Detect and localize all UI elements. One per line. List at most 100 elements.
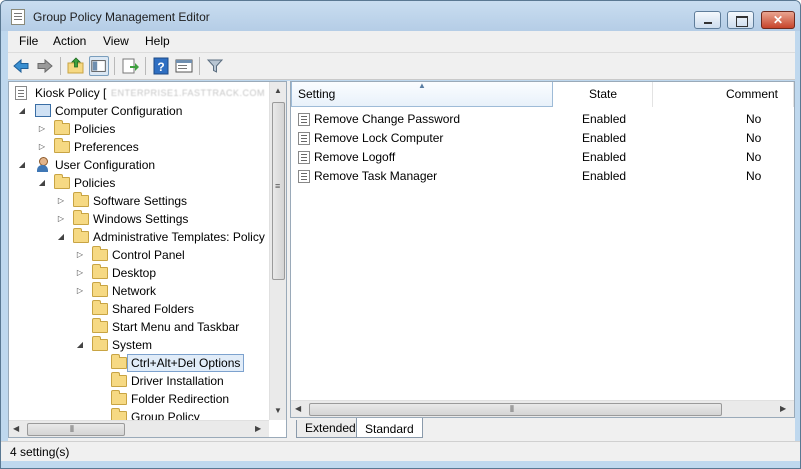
gpo-editor-icon — [11, 9, 25, 25]
minimize-button[interactable] — [694, 11, 721, 29]
collapse-arrow-icon[interactable]: ◢ — [17, 102, 27, 120]
tree-label: Start Menu and Taskbar — [112, 320, 240, 334]
gpo-document-icon — [15, 86, 27, 100]
folder-icon — [92, 300, 108, 315]
tree-node-ctrl-alt-del-options[interactable]: Ctrl+Alt+Del Options — [9, 354, 265, 372]
console-tree: Kiosk Policy [ ENTERPRISE1.FASTTRACK.COM… — [8, 81, 287, 438]
tree-node-folder-redirection[interactable]: Folder Redirection — [9, 390, 265, 408]
up-folder-icon[interactable] — [66, 56, 86, 76]
folder-icon — [73, 210, 89, 225]
setting-name: Remove Change Password — [314, 112, 461, 126]
maximize-button[interactable] — [727, 11, 754, 29]
scroll-right-arrow-icon[interactable]: ▶ — [780, 404, 786, 413]
folder-icon — [111, 372, 127, 387]
column-header-label: Setting — [298, 87, 336, 101]
tree-node-administrative-templates[interactable]: ◢ Administrative Templates: Policy — [9, 228, 269, 246]
expand-arrow-icon[interactable]: ▷ — [75, 246, 85, 264]
tree-node-computer-configuration[interactable]: ◢ Computer Configuration — [9, 102, 265, 120]
menu-bar: File Action View Help — [8, 31, 795, 53]
grip-icon: ⦀ — [70, 424, 74, 434]
setting-comment: No — [746, 169, 762, 183]
collapse-arrow-icon[interactable]: ◢ — [37, 174, 47, 192]
column-header-state[interactable]: State — [553, 82, 653, 107]
setting-comment: No — [746, 131, 762, 145]
expand-arrow-icon[interactable]: ▷ — [75, 264, 85, 282]
list-row[interactable]: Remove Change Password Enabled No — [291, 110, 794, 129]
toolbar-separator — [60, 57, 61, 75]
user-icon — [35, 157, 51, 173]
expand-arrow-icon[interactable]: ▷ — [56, 210, 66, 228]
collapse-arrow-icon[interactable]: ◢ — [17, 156, 27, 174]
menu-view[interactable]: View — [103, 34, 129, 48]
svg-text:?: ? — [157, 60, 164, 74]
folder-icon — [111, 354, 127, 369]
tree-label: Desktop — [112, 266, 157, 280]
tree-node-windows-settings[interactable]: ▷ Windows Settings — [9, 210, 265, 228]
scroll-thumb[interactable]: ⦀ — [309, 403, 722, 416]
menu-action[interactable]: Action — [53, 34, 86, 48]
list-row[interactable]: Remove Task Manager Enabled No — [291, 167, 794, 186]
export-list-icon[interactable] — [120, 56, 140, 76]
scroll-thumb[interactable]: ≡ — [272, 102, 285, 280]
tree-label: Policies — [74, 176, 116, 190]
tree-node-computer-preferences[interactable]: ▷ Preferences — [9, 138, 265, 156]
tree-node-control-panel[interactable]: ▷ Control Panel — [9, 246, 265, 264]
filter-icon[interactable] — [205, 56, 225, 76]
grip-icon: ≡ — [275, 181, 280, 191]
title-bar[interactable]: Group Policy Management Editor ✕ — [1, 1, 800, 31]
properties-icon[interactable] — [174, 56, 194, 76]
show-hide-tree-icon[interactable] — [89, 56, 109, 76]
scroll-left-arrow-icon[interactable]: ◀ — [295, 404, 301, 413]
tree-node-network[interactable]: ▷ Network — [9, 282, 265, 300]
tree-node-software-settings[interactable]: ▷ Software Settings — [9, 192, 265, 210]
tab-standard[interactable]: Standard — [356, 418, 423, 438]
help-icon[interactable]: ? — [151, 56, 171, 76]
tree-node-user-configuration[interactable]: ◢ User Configuration — [9, 156, 265, 174]
tree-vertical-scrollbar[interactable]: ▲ ≡ ▼ — [269, 82, 286, 420]
tab-extended[interactable]: Extended — [296, 420, 365, 438]
back-arrow-icon[interactable] — [11, 56, 31, 76]
close-icon: ✕ — [772, 13, 784, 27]
collapse-arrow-icon[interactable]: ◢ — [75, 336, 85, 354]
column-header-setting[interactable]: ▲ Setting — [291, 82, 553, 107]
folder-icon — [54, 138, 70, 153]
forward-arrow-icon[interactable] — [35, 56, 55, 76]
tree-label: Preferences — [74, 140, 139, 154]
menu-file[interactable]: File — [19, 34, 38, 48]
tree-node-shared-folders[interactable]: Shared Folders — [9, 300, 265, 318]
tree-node-driver-installation[interactable]: Driver Installation — [9, 372, 265, 390]
expand-arrow-icon[interactable]: ▷ — [56, 192, 66, 210]
expand-arrow-icon[interactable]: ▷ — [75, 282, 85, 300]
expand-arrow-icon[interactable]: ▷ — [37, 138, 47, 156]
scroll-right-arrow-icon[interactable]: ▶ — [255, 424, 261, 433]
column-header-comment[interactable]: Comment — [653, 82, 794, 107]
scroll-left-arrow-icon[interactable]: ◀ — [13, 424, 19, 433]
tree-node-system[interactable]: ◢ System — [9, 336, 265, 354]
toolbar: ? — [8, 53, 795, 80]
tree-horizontal-scrollbar[interactable]: ◀ ⦀ ▶ — [9, 420, 269, 437]
tree-node-desktop[interactable]: ▷ Desktop — [9, 264, 265, 282]
policy-setting-icon — [298, 132, 310, 145]
list-row[interactable]: Remove Lock Computer Enabled No — [291, 129, 794, 148]
expand-arrow-icon[interactable]: ▷ — [37, 120, 47, 138]
sort-ascending-icon: ▲ — [418, 81, 426, 90]
tree-label: Software Settings — [93, 194, 188, 208]
scroll-up-arrow-icon[interactable]: ▲ — [274, 86, 282, 95]
close-button[interactable]: ✕ — [761, 11, 795, 29]
policy-setting-icon — [298, 170, 310, 183]
setting-comment: No — [746, 150, 762, 164]
policy-setting-icon — [298, 151, 310, 164]
list-horizontal-scrollbar[interactable]: ◀ ⦀ ▶ — [291, 400, 794, 417]
collapse-arrow-icon[interactable]: ◢ — [56, 228, 66, 246]
tree-label: System — [112, 338, 153, 352]
tree-node-computer-policies[interactable]: ▷ Policies — [9, 120, 265, 138]
list-row[interactable]: Remove Logoff Enabled No — [291, 148, 794, 167]
folder-icon — [92, 246, 108, 261]
scroll-thumb[interactable]: ⦀ — [27, 423, 125, 436]
menu-help[interactable]: Help — [145, 34, 170, 48]
setting-comment: No — [746, 112, 762, 126]
tree-node-start-menu-taskbar[interactable]: Start Menu and Taskbar — [9, 318, 265, 336]
scroll-down-arrow-icon[interactable]: ▼ — [274, 406, 282, 415]
tree-root[interactable]: Kiosk Policy [ ENTERPRISE1.FASTTRACK.COM — [13, 84, 269, 102]
tree-node-user-policies[interactable]: ◢ Policies — [9, 174, 265, 192]
